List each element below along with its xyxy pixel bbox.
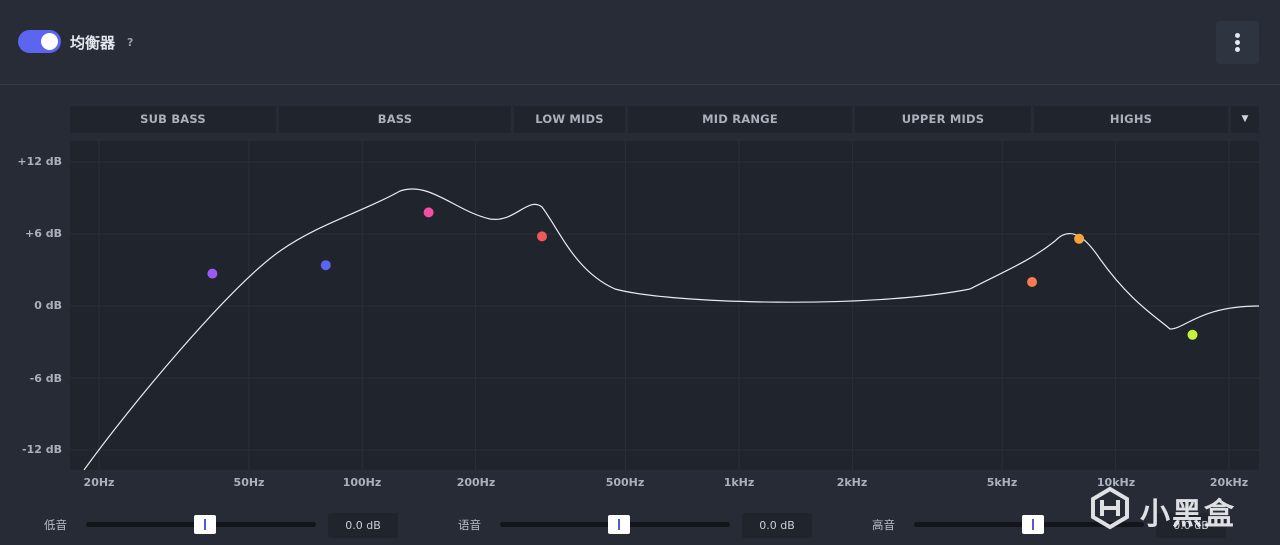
band-tab-upper-mids[interactable]: UPPER MIDS xyxy=(855,106,1031,133)
x-axis-label: 50Hz xyxy=(233,476,265,489)
eq-band-point-4[interactable] xyxy=(536,231,547,242)
eq-band-point-5[interactable] xyxy=(1027,277,1038,287)
voice-slider-thumb[interactable] xyxy=(608,515,630,534)
x-axis-label: 200Hz xyxy=(456,476,496,489)
bass-value: 0.0 dB xyxy=(328,513,398,538)
eq-band-point-3[interactable] xyxy=(423,207,434,218)
caret-down-icon: ▼ xyxy=(1241,114,1249,124)
band-tab-low-mids[interactable]: LOW MIDS xyxy=(514,106,625,133)
y-axis-label: -6 dB xyxy=(29,372,62,385)
x-axis-label: 1kHz xyxy=(723,476,755,489)
eq-band-point-2[interactable] xyxy=(320,260,331,271)
eq-band-point-6[interactable] xyxy=(1074,233,1085,244)
eq-band-point-7[interactable] xyxy=(1187,329,1198,340)
voice-slider-label: 语音 xyxy=(458,518,481,532)
heybox-logo-icon xyxy=(1091,486,1129,530)
help-icon[interactable]: ? xyxy=(127,36,133,49)
voice-value: 0.0 dB xyxy=(742,513,812,538)
x-axis-label: 100Hz xyxy=(342,476,382,489)
bass-slider-thumb[interactable] xyxy=(194,515,216,534)
x-axis-label: 20Hz xyxy=(83,476,115,489)
y-axis-label: +6 dB xyxy=(25,227,62,240)
more-options-button[interactable] xyxy=(1216,21,1259,64)
x-axis-label: 500Hz xyxy=(605,476,645,489)
x-axis-label: 2kHz xyxy=(836,476,868,489)
eq-band-point-1[interactable] xyxy=(207,268,218,279)
x-axis-label: 5kHz xyxy=(986,476,1018,489)
y-axis-label: -12 dB xyxy=(22,443,62,456)
treble-slider-label: 高音 xyxy=(872,518,895,532)
more-dot-icon xyxy=(1235,47,1240,52)
bass-slider-label: 低音 xyxy=(44,518,67,532)
y-axis-label: +12 dB xyxy=(17,155,62,168)
band-dropdown-button[interactable]: ▼ xyxy=(1231,106,1259,133)
band-tabs: SUB BASS BASS LOW MIDS MID RANGE UPPER M… xyxy=(70,106,1259,133)
equalizer-title: 均衡器 xyxy=(70,34,116,52)
more-dot-icon xyxy=(1235,33,1240,38)
band-tab-bass[interactable]: BASS xyxy=(279,106,511,133)
watermark-text: 小黑盒 xyxy=(1140,497,1236,532)
band-tab-sub-bass[interactable]: SUB BASS xyxy=(70,106,276,133)
y-axis-label: 0 dB xyxy=(34,299,62,312)
more-dot-icon xyxy=(1235,40,1240,45)
equalizer-header: 均衡器 ? xyxy=(0,0,1280,85)
treble-slider-thumb[interactable] xyxy=(1022,515,1044,534)
band-tab-mid-range[interactable]: MID RANGE xyxy=(628,106,852,133)
equalizer-graph[interactable] xyxy=(70,141,1259,470)
band-tab-highs[interactable]: HIGHS xyxy=(1034,106,1228,133)
toggle-knob xyxy=(41,33,58,50)
watermark-logo: 小黑盒 xyxy=(1088,486,1248,532)
equalizer-toggle[interactable] xyxy=(18,30,61,53)
